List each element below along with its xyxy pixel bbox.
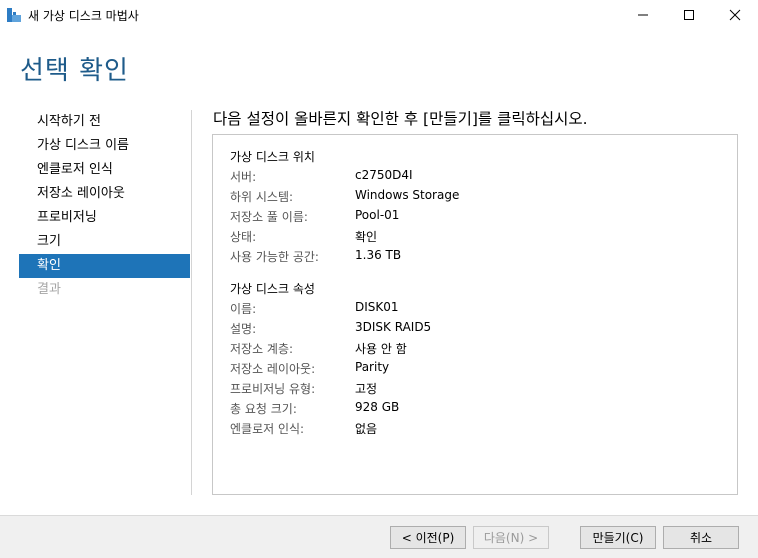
properties-heading: 가상 디스크 속성	[230, 282, 315, 296]
window-title: 새 가상 디스크 마법사	[28, 9, 139, 23]
pool-name-label: 저장소 풀 이름:	[230, 210, 308, 224]
server-label: 서버:	[230, 170, 257, 184]
name-value: DISK01	[355, 300, 399, 314]
previous-button[interactable]: < 이전(P)	[390, 526, 466, 549]
storage-tiers-value: 사용 안 함	[355, 342, 407, 356]
storage-tiers-label: 저장소 계층:	[230, 342, 294, 356]
enclosure-awareness-label: 엔클로저 인식:	[230, 422, 305, 436]
subsystem-value: Windows Storage	[355, 188, 460, 202]
summary-panel: 가상 디스크 위치 서버: c2750D4I 하위 시스템: Windows S…	[212, 134, 738, 495]
server-value: c2750D4I	[355, 168, 413, 182]
virtual-disk-wizard-icon	[6, 7, 22, 23]
create-button[interactable]: 만들기(C)	[580, 526, 656, 549]
storage-layout-value: Parity	[355, 360, 390, 374]
nav-item-results: 결과	[37, 282, 61, 297]
close-button[interactable]	[712, 0, 758, 30]
nav-item-before-you-begin[interactable]: 시작하기 전	[19, 110, 190, 134]
storage-layout-label: 저장소 레이아웃:	[230, 362, 316, 376]
nav-item-confirmation[interactable]: 확인	[19, 254, 190, 278]
free-space-label: 사용 가능한 공간:	[230, 250, 319, 264]
maximize-button[interactable]	[666, 0, 712, 30]
instruction-text: 다음 설정이 올바른지 확인한 후 [만들기]를 클릭하십시오.	[213, 110, 588, 128]
title-bar: 새 가상 디스크 마법사	[0, 0, 758, 30]
nav-item-enclosure-awareness[interactable]: 엔클로저 인식	[19, 158, 190, 182]
cancel-button[interactable]: 취소	[663, 526, 739, 549]
description-label: 설명:	[230, 322, 257, 336]
nav-item-virtual-disk-name[interactable]: 가상 디스크 이름	[19, 134, 190, 158]
wizard-footer: < 이전(P) 다음(N) > 만들기(C) 취소	[0, 515, 758, 558]
free-space-value: 1.36 TB	[355, 248, 402, 262]
enclosure-awareness-value: 없음	[355, 422, 378, 436]
description-value: 3DISK RAID5	[355, 320, 432, 334]
minimize-button[interactable]	[620, 0, 666, 30]
page-title: 선택 확인	[20, 56, 129, 86]
wizard-steps-nav: 시작하기 전 가상 디스크 이름 엔클로저 인식 저장소 레이아웃 프로비저닝 …	[19, 110, 190, 302]
pool-name-value: Pool-01	[355, 208, 400, 222]
nav-item-provisioning[interactable]: 프로비저닝	[19, 206, 190, 230]
requested-size-label: 총 요청 크기:	[230, 402, 297, 416]
status-label: 상태:	[230, 230, 257, 244]
name-label: 이름:	[230, 302, 257, 316]
requested-size-value: 928 GB	[355, 400, 400, 414]
nav-item-storage-layout[interactable]: 저장소 레이아웃	[19, 182, 190, 206]
subsystem-label: 하위 시스템:	[230, 190, 294, 204]
status-value: 확인	[355, 230, 378, 244]
next-button: 다음(N) >	[473, 526, 549, 549]
nav-divider	[191, 110, 192, 495]
nav-item-size[interactable]: 크기	[19, 230, 190, 254]
provisioning-type-label: 프로비저닝 유형:	[230, 382, 316, 396]
location-heading: 가상 디스크 위치	[230, 150, 315, 164]
provisioning-type-value: 고정	[355, 382, 378, 396]
